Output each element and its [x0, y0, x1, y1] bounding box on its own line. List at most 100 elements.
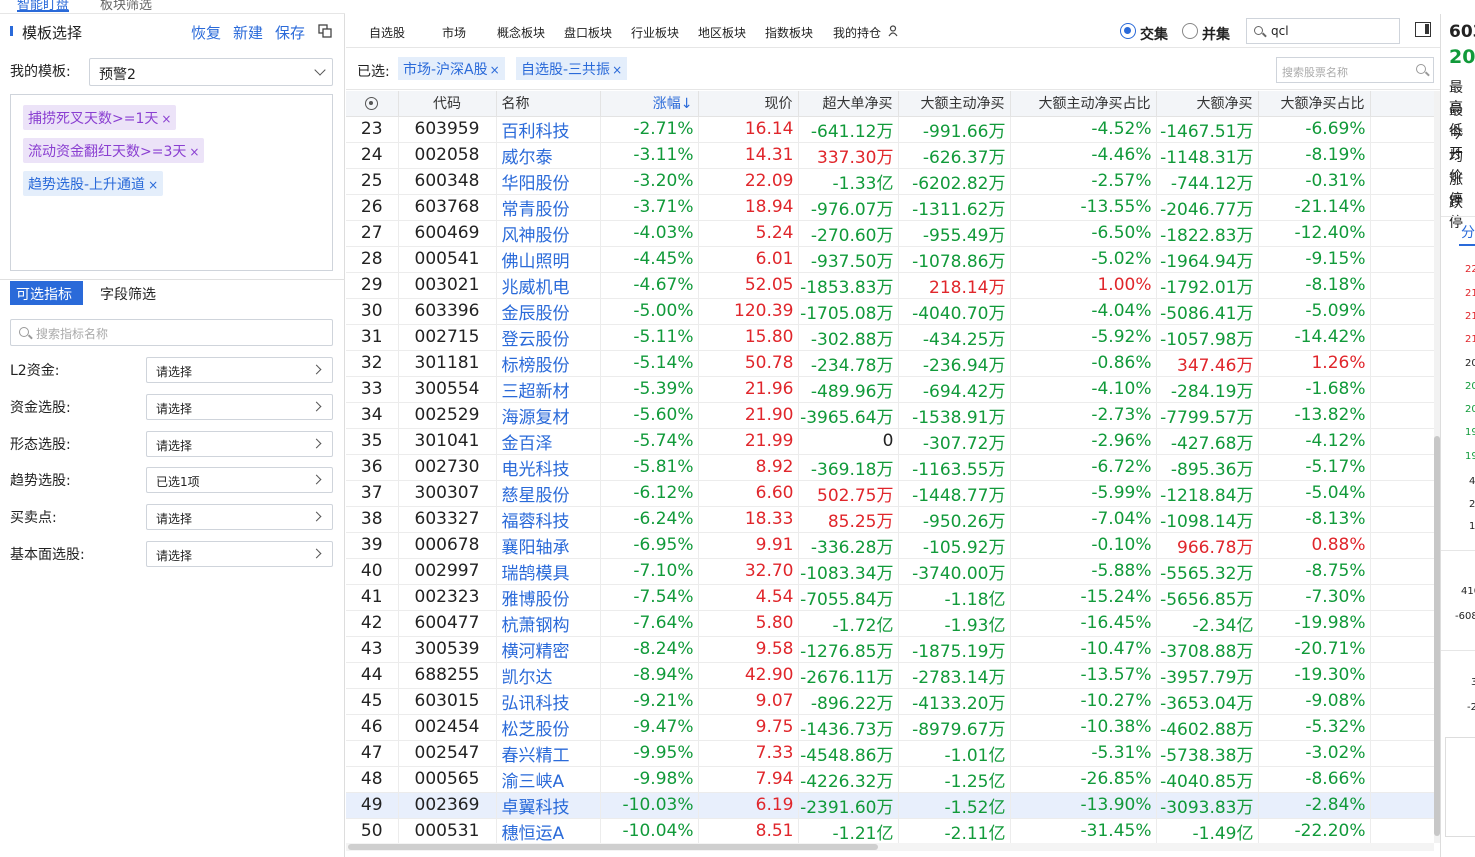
- condition-tag[interactable]: 流动资金翻红天数>=3天 ×: [23, 138, 205, 163]
- stock-name[interactable]: 瑞鹄模具: [496, 558, 601, 585]
- tab-smart-watch[interactable]: 智能盯盘: [17, 0, 70, 13]
- selected-chip[interactable]: 自选股-三共振 ×: [516, 57, 628, 80]
- table-row[interactable]: 41 002323 雅博股份 -7.54% 4.54 -7055.84万 -1.18亿 -15…: [346, 584, 1434, 611]
- stock-name[interactable]: 电光科技: [496, 454, 601, 481]
- stock-name[interactable]: 雅博股份: [496, 584, 601, 611]
- table-row[interactable]: 38 603327 福蓉科技 -6.24% 18.33 85.25万 -950.26万 -7.…: [346, 506, 1434, 533]
- table-row[interactable]: 46 002454 松芝股份 -9.47% 9.75 -1436.73万 -8979.67万…: [346, 714, 1434, 741]
- table-row[interactable]: 45 603015 弘讯科技 -9.21% 9.07 -896.22万 -4133.20万 -…: [346, 688, 1434, 715]
- tab-available-indicators[interactable]: 可选指标: [10, 281, 83, 305]
- table-row[interactable]: 30 603396 金辰股份 -5.00% 120.39 -1705.08万 -4040.7…: [346, 298, 1434, 325]
- restore-button[interactable]: 恢复: [191, 22, 221, 43]
- column-header[interactable]: 现价: [698, 91, 799, 117]
- stock-name[interactable]: 三超新材: [496, 376, 601, 403]
- copy-icon[interactable]: [318, 24, 332, 38]
- close-icon[interactable]: ×: [161, 112, 171, 126]
- table-row[interactable]: 35 301041 金百泽 -5.74% 21.99 0 -307.72万 -2.96% -42…: [346, 428, 1434, 455]
- stock-name[interactable]: 金辰股份: [496, 298, 601, 325]
- filter-select[interactable]: 请选择: [146, 504, 333, 530]
- stock-name[interactable]: 杭萧钢构: [496, 610, 601, 637]
- table-row[interactable]: 24 002058 威尔泰 -3.11% 14.31 337.30万 -626.37万 -4.…: [346, 142, 1434, 169]
- tab-industry[interactable]: 行业板块: [631, 24, 679, 41]
- column-header[interactable]: 大额净买: [1156, 91, 1259, 117]
- tab-field-filter[interactable]: 字段筛选: [100, 284, 156, 304]
- table-row[interactable]: 33 300554 三超新材 -5.39% 21.96 -489.96万 -694.42万 -…: [346, 376, 1434, 403]
- table-row[interactable]: 23 603959 百利科技 -2.71% 16.14 -641.12万 -991.66万 -…: [346, 116, 1434, 143]
- tab-market[interactable]: 市场: [442, 24, 466, 41]
- condition-tag[interactable]: 趋势选股-上升通道 ×: [23, 171, 164, 196]
- selected-chip[interactable]: 市场-沪深A股 ×: [398, 57, 505, 80]
- indicator-search-input[interactable]: 搜索指标名称: [10, 319, 333, 346]
- stock-name[interactable]: 华阳股份: [496, 168, 601, 195]
- stock-name[interactable]: 卓翼科技: [496, 792, 601, 819]
- quick-search-input[interactable]: qcl: [1246, 18, 1400, 44]
- table-row[interactable]: 32 301181 标榜股份 -5.14% 50.78 -234.78万 -236.94万 -…: [346, 350, 1434, 377]
- table-row[interactable]: 37 300307 慈星股份 -6.12% 6.60 502.75万 -1448.77万 -5…: [346, 480, 1434, 507]
- tab-holdings[interactable]: 我的持仓: [833, 24, 881, 41]
- stock-name[interactable]: 威尔泰: [496, 142, 601, 169]
- table-row[interactable]: 43 300539 横河精密 -8.24% 9.58 -1276.85万 -1875.19万…: [346, 636, 1434, 663]
- intersect-radio[interactable]: [1120, 23, 1136, 39]
- tab-sector-filter[interactable]: 板块筛选: [100, 0, 152, 13]
- panel-toggle-icon[interactable]: [1415, 22, 1431, 37]
- stock-name[interactable]: 松芝股份: [496, 714, 601, 741]
- horizontal-scrollbar[interactable]: [346, 843, 1434, 851]
- column-header[interactable]: 大额净买占比: [1258, 91, 1371, 117]
- stock-name[interactable]: 海源复材: [496, 402, 601, 429]
- settings-header[interactable]: [346, 91, 399, 117]
- table-row[interactable]: 50 000531 穗恒运A -10.04% 8.51 -1.21亿 -2.11亿 -31.4…: [346, 818, 1434, 843]
- table-row[interactable]: 27 600469 风神股份 -4.03% 5.24 -270.60万 -955.49万 -6…: [346, 220, 1434, 247]
- gear-icon[interactable]: [365, 96, 379, 110]
- filter-select[interactable]: 已选1项: [146, 467, 333, 493]
- template-select[interactable]: 预警2: [89, 58, 333, 86]
- column-header[interactable]: 大额主动净买占比: [1010, 91, 1157, 117]
- filter-select[interactable]: 请选择: [146, 357, 333, 383]
- tab-timeshare[interactable]: 分: [1461, 222, 1475, 242]
- stock-name[interactable]: 弘讯科技: [496, 688, 601, 715]
- tab-watchlist[interactable]: 自选股: [369, 24, 405, 41]
- stock-name[interactable]: 兆威机电: [496, 272, 601, 299]
- close-icon[interactable]: ×: [189, 145, 199, 159]
- column-header[interactable]: 大额主动净买: [898, 91, 1011, 117]
- stock-name[interactable]: 渝三峡A: [496, 766, 601, 793]
- column-header[interactable]: 名称: [496, 91, 601, 117]
- stock-name[interactable]: 金百泽: [496, 428, 601, 455]
- stock-name[interactable]: 佛山照明: [496, 246, 601, 273]
- filter-select[interactable]: 请选择: [146, 394, 333, 420]
- column-header[interactable]: 超大单净买: [798, 91, 899, 117]
- scroll-thumb[interactable]: [348, 844, 878, 850]
- union-radio[interactable]: [1182, 23, 1198, 39]
- table-row[interactable]: 34 002529 海源复材 -5.60% 21.90 -3965.64万 -1538.91…: [346, 402, 1434, 429]
- tab-region[interactable]: 地区板块: [698, 24, 746, 41]
- stock-name[interactable]: 百利科技: [496, 116, 601, 143]
- table-row[interactable]: 29 003021 兆威机电 -4.67% 52.05 -1853.83万 218.14万 1…: [346, 272, 1434, 299]
- column-header-sorted[interactable]: 涨幅↓: [600, 91, 699, 117]
- filter-select[interactable]: 请选择: [146, 431, 333, 457]
- stock-name[interactable]: 常青股份: [496, 194, 601, 221]
- stock-search-input[interactable]: 搜索股票名称: [1276, 57, 1434, 83]
- close-icon[interactable]: ×: [490, 63, 500, 77]
- table-row[interactable]: 36 002730 电光科技 -5.81% 8.92 -369.18万 -1163.55万 -…: [346, 454, 1434, 481]
- column-header[interactable]: 代码: [398, 91, 497, 117]
- tab-concept[interactable]: 概念板块: [497, 24, 545, 41]
- stock-name[interactable]: 标榜股份: [496, 350, 601, 377]
- condition-tag[interactable]: 捕捞死叉天数>=1天 ×: [23, 105, 177, 130]
- table-row[interactable]: 25 600348 华阳股份 -3.20% 22.09 -1.33亿 -6202.82万 -2…: [346, 168, 1434, 195]
- tab-handicap[interactable]: 盘口板块: [564, 24, 612, 41]
- stock-name[interactable]: 慈星股份: [496, 480, 601, 507]
- table-row[interactable]: 47 002547 春兴精工 -9.95% 7.33 -4548.86万 -1.01亿 -5.…: [346, 740, 1434, 767]
- table-row[interactable]: 42 600477 杭萧钢构 -7.64% 5.80 -1.72亿 -1.93亿 -16.45…: [346, 610, 1434, 637]
- stock-name[interactable]: 登云股份: [496, 324, 601, 351]
- stock-name[interactable]: 横河精密: [496, 636, 601, 663]
- close-icon[interactable]: ×: [612, 63, 622, 77]
- table-row[interactable]: 39 000678 襄阳轴承 -6.95% 9.91 -336.28万 -105.92万 -0…: [346, 532, 1434, 559]
- stock-name[interactable]: 春兴精工: [496, 740, 601, 767]
- table-row[interactable]: 31 002715 登云股份 -5.11% 15.80 -302.88万 -434.25万 -…: [346, 324, 1434, 351]
- stock-name[interactable]: 襄阳轴承: [496, 532, 601, 559]
- close-icon[interactable]: ×: [148, 178, 158, 192]
- stock-name[interactable]: 福蓉科技: [496, 506, 601, 533]
- stock-name[interactable]: 风神股份: [496, 220, 601, 247]
- stock-name[interactable]: 穗恒运A: [496, 818, 601, 843]
- table-row[interactable]: 48 000565 渝三峡A -9.98% 7.94 -4226.32万 -1.25亿 -26…: [346, 766, 1434, 793]
- table-row[interactable]: 40 002997 瑞鹄模具 -7.10% 32.70 -1083.34万 -3740.00…: [346, 558, 1434, 585]
